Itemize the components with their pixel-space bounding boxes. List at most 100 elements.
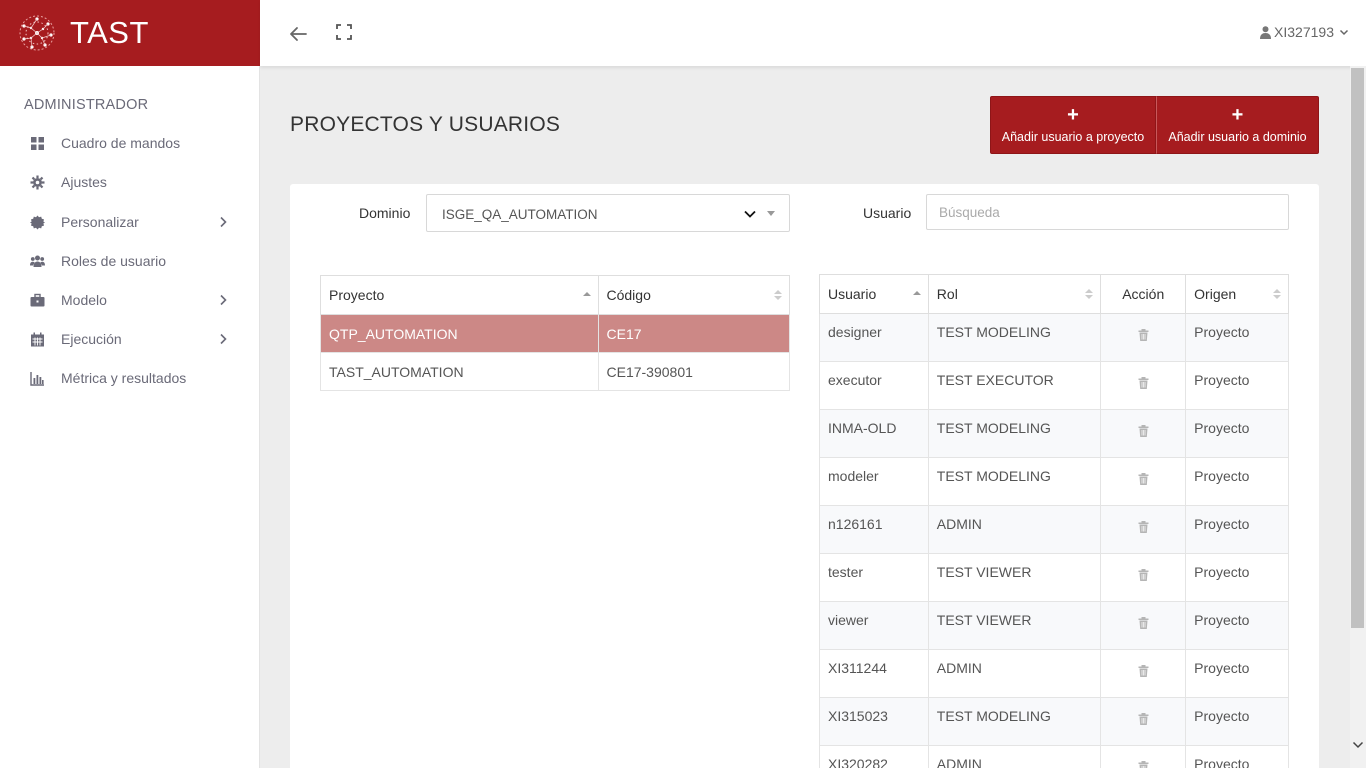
action-cell <box>1100 553 1187 602</box>
sort-both-icon <box>1085 289 1094 299</box>
role-cell: ADMIN <box>927 649 1102 698</box>
network-logo-icon <box>19 15 55 51</box>
user-cell: modeler <box>819 457 929 506</box>
user-cell: XI315023 <box>819 697 929 746</box>
sidebar-item-roles-de-usuario[interactable]: Roles de usuario <box>0 242 260 280</box>
origin-cell: Proyecto <box>1185 697 1289 746</box>
trash-icon[interactable] <box>1138 665 1149 677</box>
action-cell <box>1100 745 1187 768</box>
role-cell: TEST EXECUTOR <box>927 361 1102 410</box>
column-header-rol[interactable]: Rol <box>927 274 1102 314</box>
sort-both-icon <box>774 290 782 300</box>
sort-both-icon <box>1273 289 1281 299</box>
fullscreen-icon[interactable] <box>334 22 354 42</box>
column-header-origen[interactable]: Origen <box>1185 274 1289 314</box>
sidebar-item-metrica-y-resultados[interactable]: Métrica y resultados <box>0 359 260 397</box>
user-menu[interactable]: XI327193 <box>1260 24 1349 40</box>
column-header-label: Rol <box>936 286 958 302</box>
action-cell <box>1100 361 1187 410</box>
table-row: designer TEST MODELING Proyecto <box>819 313 1289 362</box>
sidebar-item-label: Roles de usuario <box>61 253 167 269</box>
username: XI327193 <box>1274 24 1334 40</box>
column-header-proyecto[interactable]: Proyecto <box>320 275 599 315</box>
action-cell <box>1100 697 1187 746</box>
action-cell <box>1100 601 1187 650</box>
top-header: XI327193 <box>260 0 1366 66</box>
chevron-right-icon <box>220 333 227 345</box>
chevron-right-icon <box>220 216 227 228</box>
sidebar-item-cuadro-de-mandos[interactable]: Cuadro de mandos <box>0 124 260 162</box>
origin-cell: Proyecto <box>1185 601 1289 650</box>
column-header-accion: Acción <box>1100 274 1187 314</box>
domain-select-value: ISGE_QA_AUTOMATION <box>442 207 598 222</box>
trash-icon[interactable] <box>1138 425 1149 437</box>
role-cell: ADMIN <box>927 505 1102 554</box>
table-row: XI315023 TEST MODELING Proyecto <box>819 697 1289 746</box>
gear-icon <box>30 175 45 189</box>
origin-cell: Proyecto <box>1185 361 1289 410</box>
origin-cell: Proyecto <box>1185 745 1289 768</box>
action-cell <box>1100 649 1187 698</box>
trash-icon[interactable] <box>1138 761 1149 768</box>
page-title: PROYECTOS Y USUARIOS <box>290 113 561 136</box>
table-row: XI320282 ADMIN Proyecto <box>819 745 1289 768</box>
table-row: n126161 ADMIN Proyecto <box>819 505 1289 554</box>
sidebar-item-modelo[interactable]: Modelo <box>0 281 260 319</box>
origin-cell: Proyecto <box>1185 313 1289 362</box>
plus-icon: + <box>1231 104 1244 126</box>
calendar-icon <box>31 332 44 346</box>
scrollbar-thumb[interactable] <box>1351 68 1364 628</box>
origin-cell: Proyecto <box>1185 649 1289 698</box>
user-cell: INMA-OLD <box>819 409 929 458</box>
sidebar-item-label: Ajustes <box>61 174 107 190</box>
button-label: Añadir usuario a proyecto <box>1001 130 1145 144</box>
sidebar-item-ajustes[interactable]: Ajustes <box>0 163 260 201</box>
column-header-usuario[interactable]: Usuario <box>819 274 929 314</box>
project-code-cell: CE17 <box>597 314 790 353</box>
user-icon <box>1260 25 1272 39</box>
trash-icon[interactable] <box>1138 569 1149 581</box>
user-cell: viewer <box>819 601 929 650</box>
table-row[interactable]: TAST_AUTOMATION CE17-390801 <box>320 352 790 391</box>
action-cell <box>1100 457 1187 506</box>
sort-asc-icon <box>582 292 591 296</box>
projects-table: Proyecto Código QTP_AUTOMATION CE17 TAST… <box>320 275 790 391</box>
role-cell: ADMIN <box>927 745 1102 768</box>
scroll-down-icon[interactable] <box>1351 738 1365 752</box>
trash-icon[interactable] <box>1138 473 1149 485</box>
sidebar-item-label: Cuadro de mandos <box>61 135 181 151</box>
dashboard-icon <box>31 136 44 150</box>
user-cell: designer <box>819 313 929 362</box>
trash-icon[interactable] <box>1138 377 1149 389</box>
users-icon <box>30 255 45 267</box>
bar-chart-icon <box>30 371 44 386</box>
role-cell: TEST MODELING <box>927 409 1102 458</box>
sidebar-item-personalizar[interactable]: Personalizar <box>0 203 260 241</box>
column-header-label: Código <box>606 287 651 303</box>
column-header-label: Origen <box>1194 286 1237 302</box>
chevron-right-icon <box>220 294 227 306</box>
column-header-label: Usuario <box>828 286 877 302</box>
trash-icon[interactable] <box>1138 617 1149 629</box>
sidebar-item-ejecucion[interactable]: Ejecución <box>0 320 260 358</box>
action-button-group: + Añadir usuario a proyecto + Añadir usu… <box>990 96 1319 154</box>
trash-icon[interactable] <box>1138 713 1149 725</box>
origin-cell: Proyecto <box>1185 457 1289 506</box>
sidebar-item-label: Métrica y resultados <box>61 370 187 386</box>
back-arrow-icon[interactable] <box>286 22 310 46</box>
column-header-codigo[interactable]: Código <box>597 275 790 315</box>
trash-icon[interactable] <box>1138 521 1149 533</box>
chevron-down-icon <box>1339 29 1349 36</box>
add-user-to-project-button[interactable]: + Añadir usuario a proyecto <box>990 96 1156 154</box>
table-row[interactable]: QTP_AUTOMATION CE17 <box>320 314 790 353</box>
sort-asc-icon <box>912 291 921 295</box>
user-search-input[interactable] <box>926 194 1289 230</box>
table-row: XI311244 ADMIN Proyecto <box>819 649 1289 698</box>
trash-icon[interactable] <box>1138 329 1149 341</box>
caret-down-icon <box>767 211 775 216</box>
brand-name: TAST <box>70 15 149 50</box>
domain-select[interactable]: ISGE_QA_AUTOMATION <box>426 194 790 232</box>
user-cell: executor <box>819 361 929 410</box>
table-row: modeler TEST MODELING Proyecto <box>819 457 1289 506</box>
add-user-to-domain-button[interactable]: + Añadir usuario a dominio <box>1156 96 1319 154</box>
